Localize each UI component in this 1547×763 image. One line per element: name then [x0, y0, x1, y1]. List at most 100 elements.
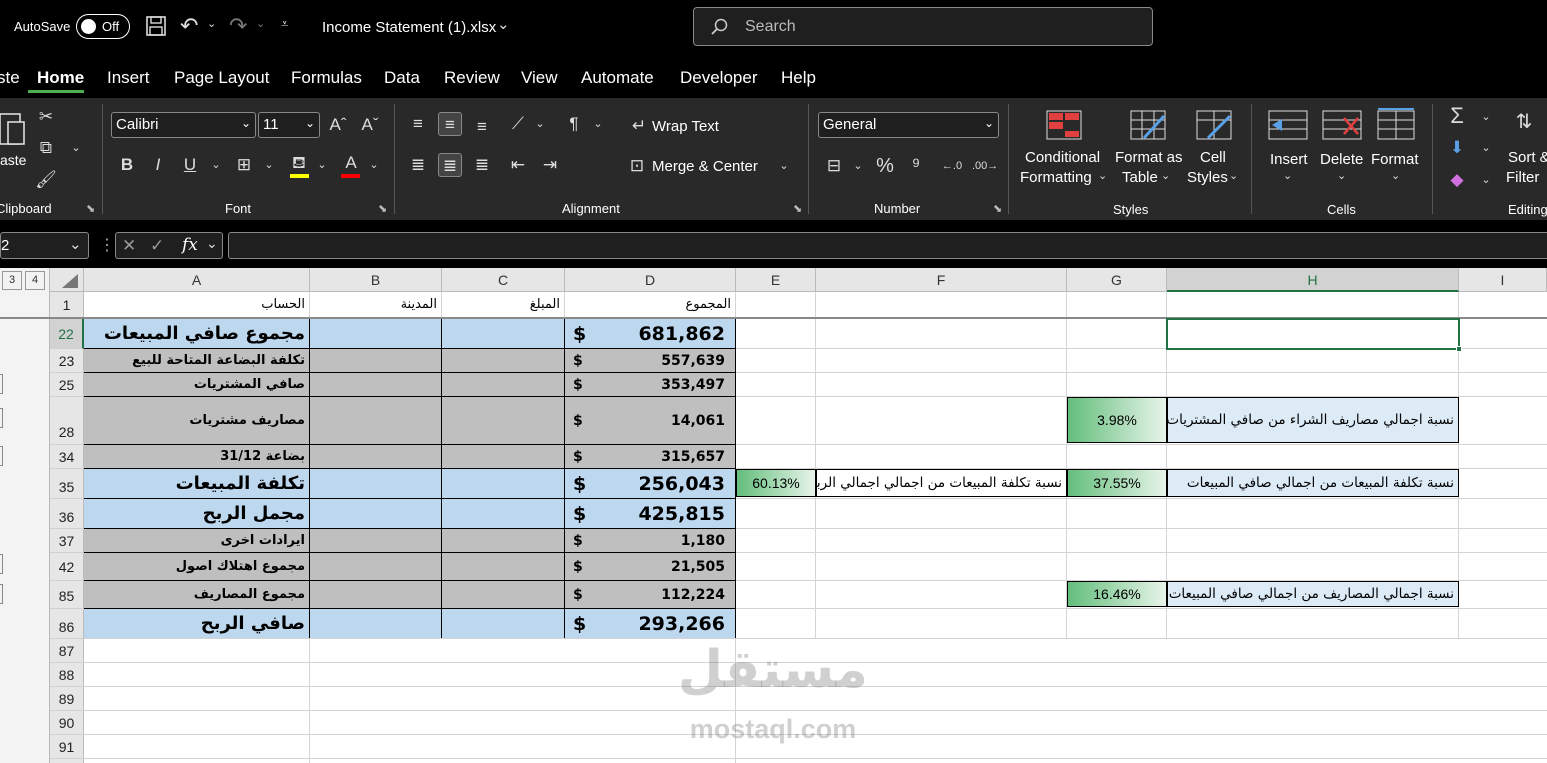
cell-styles-label-1[interactable]: Cell [1200, 149, 1226, 166]
format-cells-icon[interactable] [1377, 108, 1415, 140]
cancel-icon[interactable]: ✕ [122, 236, 136, 256]
insert-function-icon[interactable]: fx [182, 235, 198, 255]
tab-file[interactable]: ste [0, 68, 20, 88]
align-right-icon[interactable]: ≣ [470, 153, 494, 177]
font-color-dropdown-icon[interactable]: ⌄ [362, 153, 386, 177]
row-header[interactable]: 90 [50, 711, 84, 735]
fill-color-icon[interactable]: ⛾ [287, 151, 311, 175]
city-cell[interactable] [310, 319, 442, 349]
city-cell[interactable] [310, 581, 442, 609]
expenses-ratio-value[interactable]: 16.46% [1067, 581, 1167, 607]
outline-level-3-button[interactable]: 3 [2, 271, 22, 290]
header-total[interactable]: المجموع [565, 292, 736, 318]
amount-cell[interactable] [442, 373, 565, 397]
outline-level-4-button[interactable]: 4 [25, 271, 45, 290]
row-header[interactable]: 37 [50, 529, 84, 553]
tab-home[interactable]: Home [37, 68, 84, 88]
tab-review[interactable]: Review [444, 68, 500, 88]
cogs-profit-ratio-label[interactable]: نسبة تكلفة المبيعات من اجمالي اجمالي الر… [816, 469, 1067, 497]
city-cell[interactable] [310, 445, 442, 469]
format-as-table-icon[interactable] [1130, 110, 1166, 140]
column-header-h[interactable]: H [1167, 268, 1459, 292]
autosum-dropdown-icon[interactable]: ⌄ [1474, 105, 1498, 129]
column-header-d[interactable]: D [565, 268, 736, 292]
amount-cell[interactable] [442, 609, 565, 639]
row-header[interactable]: 89 [50, 687, 84, 711]
format-painter-icon[interactable]: 🖌 [34, 168, 58, 192]
account-label[interactable]: بضاعة 31/12 [84, 445, 310, 469]
account-label[interactable]: مجموع المصاريف [84, 581, 310, 609]
align-left-icon[interactable]: ≣ [406, 153, 430, 177]
row-header[interactable]: 87 [50, 639, 84, 663]
city-cell[interactable] [310, 609, 442, 639]
row-header[interactable]: 91 [50, 735, 84, 759]
row-header[interactable]: 22 [50, 319, 84, 349]
column-header-e[interactable]: E [736, 268, 816, 292]
sort-filter-label-1[interactable]: Sort & [1508, 149, 1547, 166]
worksheet[interactable]: 3 4 A B C D E F G H I 1 الحساب المدينة ا… [0, 268, 1547, 763]
conditional-formatting-label-1[interactable]: Conditional [1025, 149, 1100, 166]
row-header[interactable]: 36 [50, 499, 84, 529]
more-options-icon[interactable]: ⋮ [99, 235, 115, 255]
selected-cell-h22[interactable] [1166, 318, 1462, 352]
total-cell[interactable]: $1,180 [565, 529, 736, 553]
outline-marker[interactable] [0, 408, 3, 428]
amount-cell[interactable] [442, 581, 565, 609]
account-label[interactable]: تكلفة البضاعة المتاحة للبيع [84, 349, 310, 373]
amount-cell[interactable] [442, 499, 565, 529]
tab-insert[interactable]: Insert [107, 68, 150, 88]
bold-icon[interactable]: B [115, 153, 139, 177]
fill-dropdown-icon[interactable]: ⌄ [1474, 136, 1498, 160]
wrap-text-button[interactable]: Wrap Text [652, 118, 719, 135]
total-cell[interactable]: $14,061 [565, 397, 736, 445]
wrap-text-icon[interactable]: ↵ [627, 114, 651, 138]
total-cell[interactable]: $425,815 [565, 499, 736, 529]
clear-dropdown-icon[interactable]: ⌄ [1474, 168, 1498, 192]
amount-cell[interactable] [442, 319, 565, 349]
decrease-font-icon[interactable]: Aˇ [358, 113, 382, 137]
save-icon[interactable] [146, 16, 166, 36]
fill-icon[interactable]: ⬇ [1445, 136, 1469, 160]
row-header[interactable]: 88 [50, 663, 84, 687]
city-cell[interactable] [310, 397, 442, 445]
clipboard-launcher-icon[interactable]: ⬊ [86, 202, 95, 215]
total-cell[interactable]: $353,497 [565, 373, 736, 397]
tab-view[interactable]: View [521, 68, 558, 88]
tab-data[interactable]: Data [384, 68, 420, 88]
merge-center-icon[interactable]: ⊡ [625, 154, 649, 178]
outline-marker[interactable] [0, 374, 3, 394]
account-label[interactable]: صافي المشتريات [84, 373, 310, 397]
row-header[interactable]: 35 [50, 469, 84, 499]
enter-icon[interactable]: ✓ [150, 236, 164, 256]
header-amount[interactable]: المبلغ [442, 292, 565, 318]
column-header-c[interactable]: C [442, 268, 565, 292]
delete-cells-icon[interactable] [1322, 110, 1362, 140]
outline-marker[interactable] [0, 446, 3, 466]
redo-icon[interactable]: ↷ [229, 13, 247, 39]
fill-color-dropdown-icon[interactable]: ⌄ [310, 153, 334, 177]
italic-icon[interactable]: I [146, 153, 170, 177]
cell-styles-label-2[interactable]: Styles [1187, 169, 1228, 186]
align-top-icon[interactable]: ≡ [406, 112, 430, 136]
column-header-g[interactable]: G [1067, 268, 1167, 292]
tab-help[interactable]: Help [781, 68, 816, 88]
redo-dropdown-icon[interactable]: ⌄ [256, 17, 265, 30]
percent-style-icon[interactable]: % [873, 154, 897, 178]
tab-developer[interactable]: Developer [680, 68, 758, 88]
format-as-table-label-1[interactable]: Format as [1115, 149, 1183, 166]
select-all-button[interactable] [50, 268, 84, 292]
number-format-select[interactable]: General ⌄ [818, 112, 999, 138]
account-label[interactable]: مجموع صافي المبيعات [84, 319, 310, 349]
orientation-dropdown-icon[interactable]: ⌄ [528, 112, 552, 136]
text-direction-icon[interactable]: ¶ [562, 112, 586, 136]
cogs-ratio-value[interactable]: 37.55% [1067, 469, 1167, 497]
total-cell[interactable]: $256,043 [565, 469, 736, 499]
city-cell[interactable] [310, 529, 442, 553]
paste-icon[interactable] [0, 108, 26, 148]
city-cell[interactable] [310, 349, 442, 373]
amount-cell[interactable] [442, 553, 565, 581]
outline-marker[interactable] [0, 554, 3, 574]
file-name-chevron-icon[interactable]: ⌄ [497, 15, 510, 33]
tab-automate[interactable]: Automate [581, 68, 654, 88]
account-label[interactable]: مصاريف مشتريات [84, 397, 310, 445]
